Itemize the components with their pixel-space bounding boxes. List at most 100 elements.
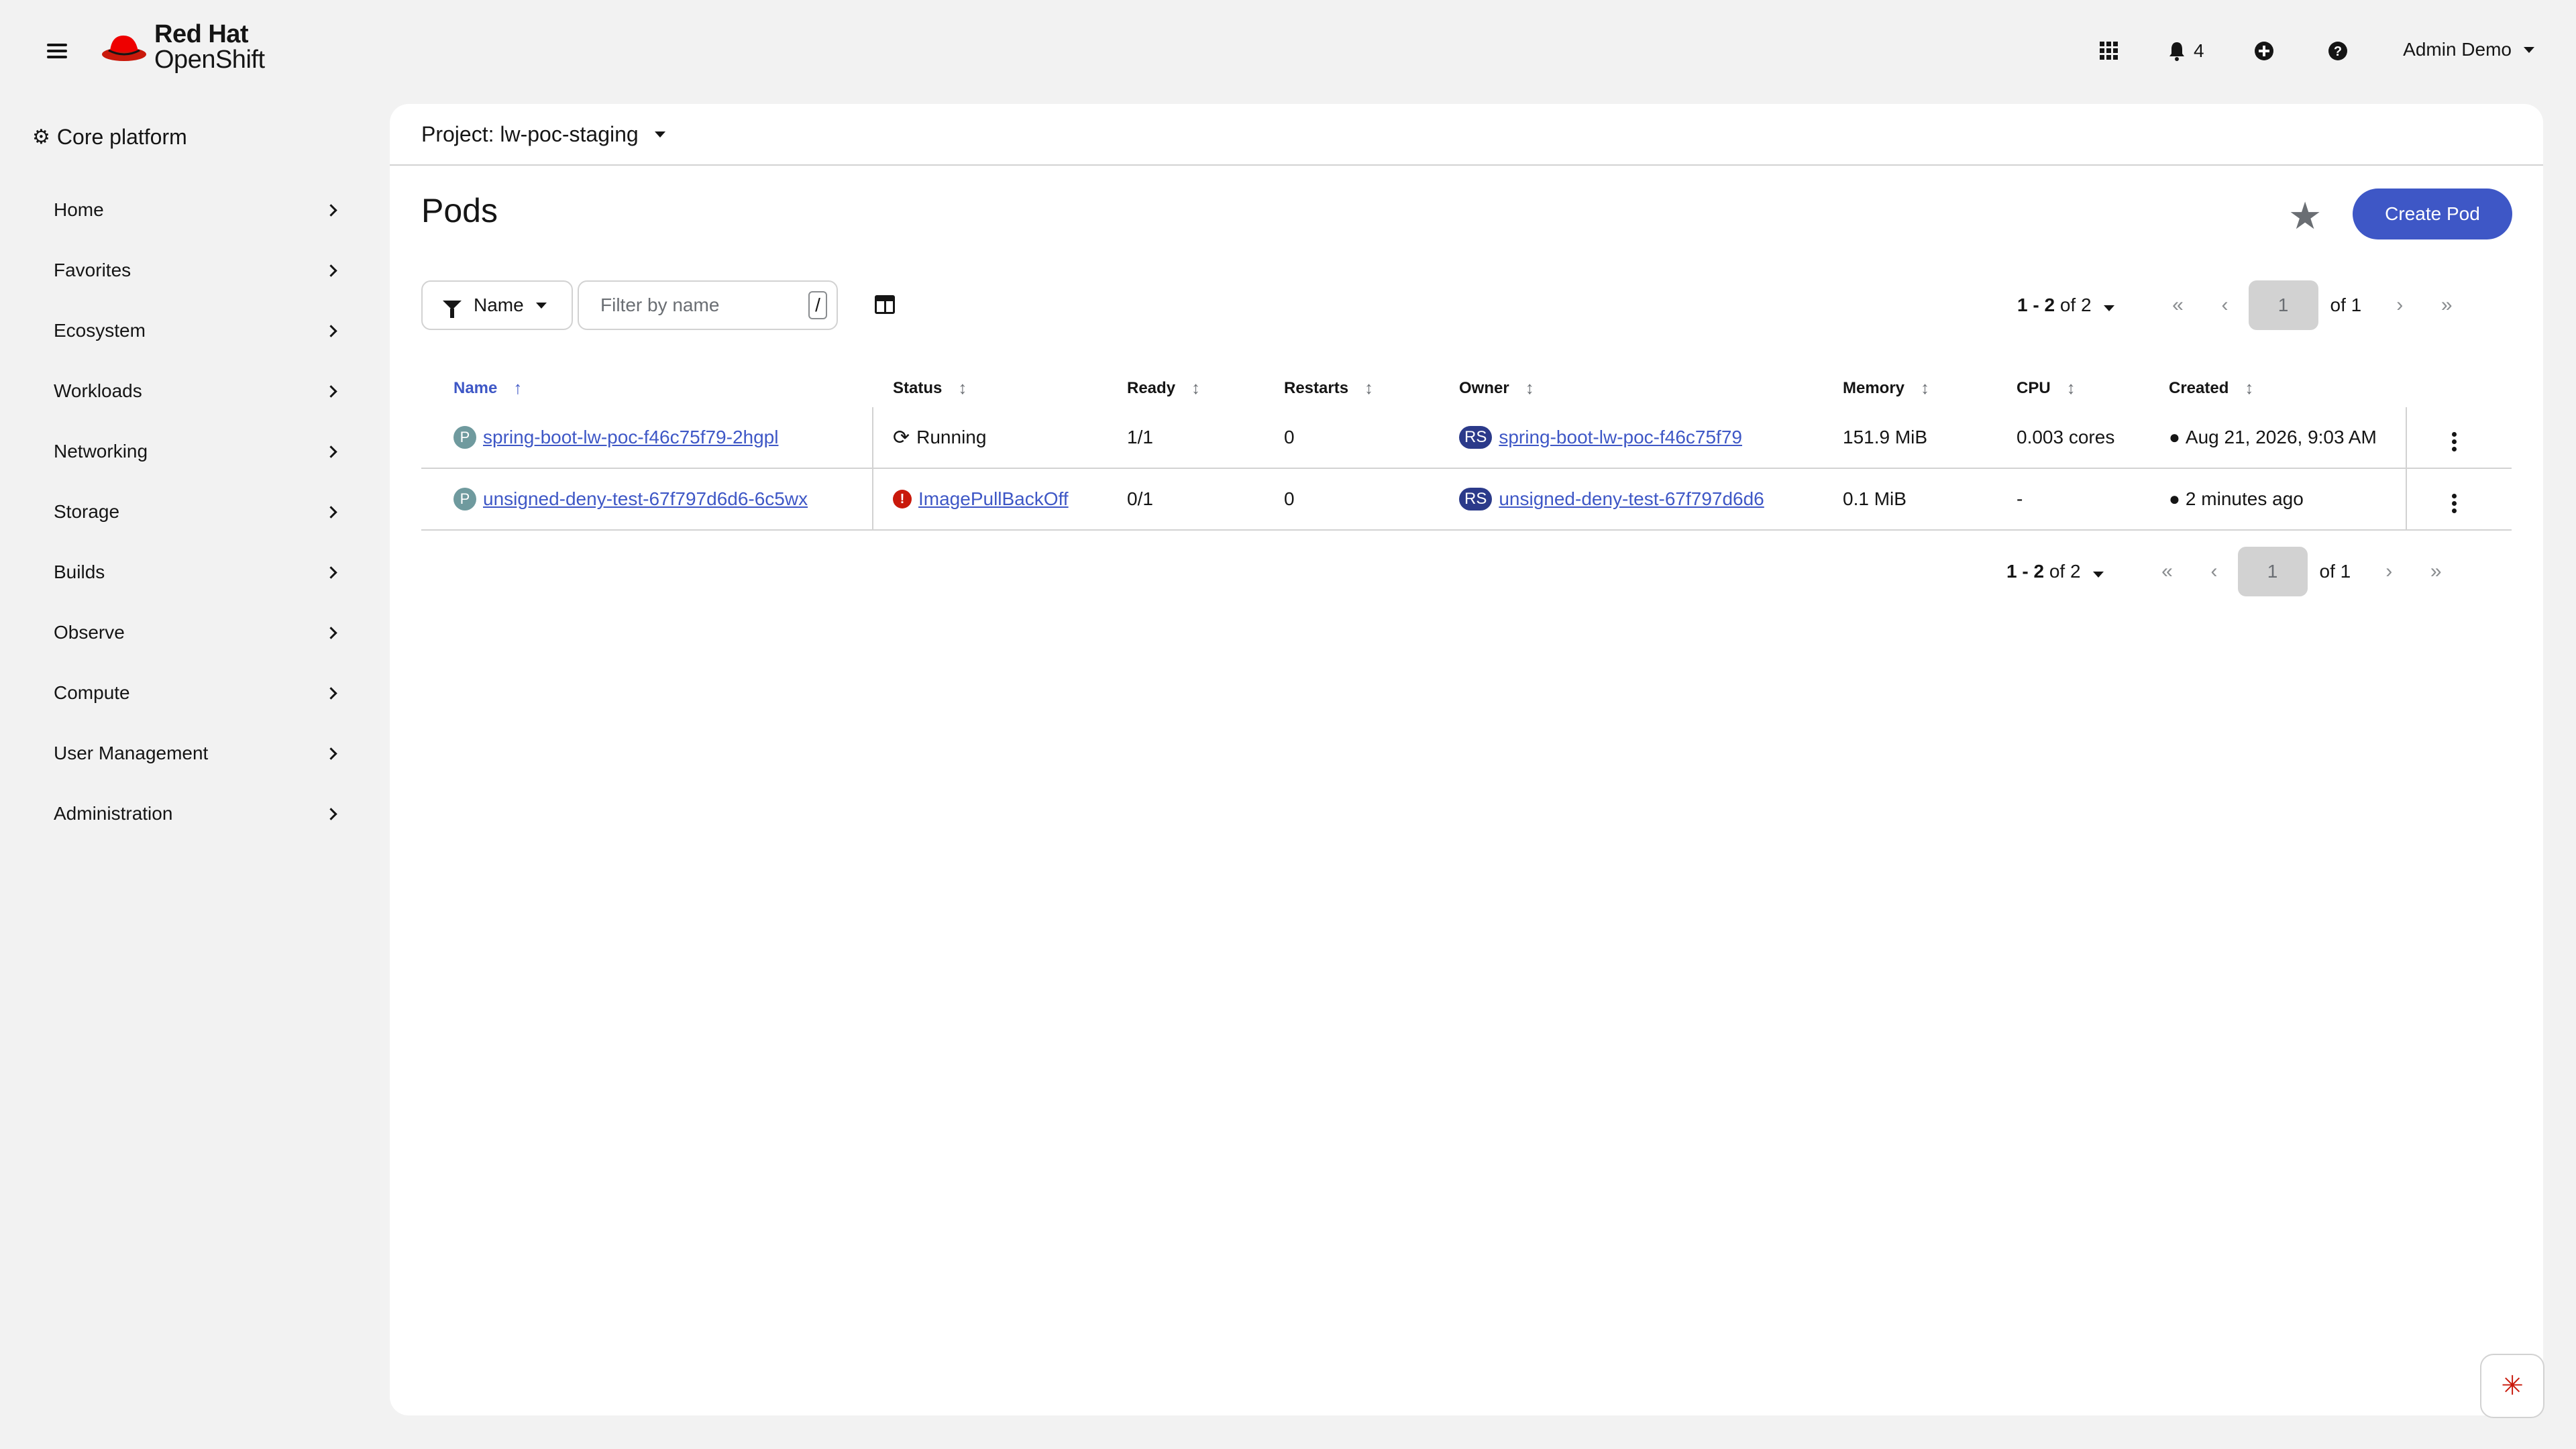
sidebar-item-label: Administration [54, 803, 173, 824]
created-cell: ● Aug 21, 2026, 9:03 AM [2169, 407, 2377, 468]
memory-cell: 0.1 MiB [1843, 488, 1907, 509]
column-label: Restarts [1284, 378, 1349, 397]
sidebar-item-label: Observe [54, 622, 125, 643]
sidebar-item-favorites[interactable]: Favorites [0, 240, 376, 301]
replicaset-badge: RS [1459, 488, 1493, 511]
column-header-restarts[interactable]: Restarts ↕ [1284, 378, 1373, 398]
sidebar-item-workloads[interactable]: Workloads [0, 361, 376, 421]
pagination-total: of 2 [2059, 294, 2092, 315]
sort-icon: ↕ [1364, 378, 1374, 398]
chevron-right-icon [325, 686, 337, 700]
manage-columns-icon[interactable] [875, 295, 895, 314]
next-page-button[interactable]: › [2376, 294, 2423, 317]
owner-link[interactable]: unsigned-deny-test-67f797d6d6 [1499, 488, 1764, 510]
svg-text:?: ? [2334, 44, 2342, 59]
pagination-bottom: 1 - 2 of 2 « ‹ 1 of 1 › » [2006, 547, 2459, 596]
globe-icon: ● [2169, 427, 2180, 447]
sort-icon: ↕ [1191, 378, 1201, 398]
pagination-top: 1 - 2 of 2 « ‹ 1 of 1 › » [2017, 280, 2470, 330]
sidebar-item-label: Networking [54, 441, 148, 462]
sidebar-item-label: Storage [54, 501, 120, 522]
sidebar-item-ecosystem[interactable]: Ecosystem [0, 301, 376, 361]
sidebar-item-storage[interactable]: Storage [0, 482, 376, 542]
page-number-input[interactable]: 1 [2248, 280, 2318, 330]
chevron-down-icon [2524, 46, 2534, 53]
app-launcher-icon[interactable] [2100, 39, 2118, 63]
create-pod-button[interactable]: Create Pod [2353, 189, 2512, 239]
column-label: Owner [1459, 378, 1509, 397]
chevron-right-icon [325, 505, 337, 519]
sidebar-item-observe[interactable]: Observe [0, 602, 376, 663]
perspective-switcher[interactable]: ⚙ Core platform [32, 125, 187, 150]
perspective-label: Core platform [56, 125, 187, 149]
column-header-cpu[interactable]: CPU ↕ [2017, 378, 2076, 398]
cpu-cell: - [2017, 488, 2023, 509]
sidebar-item-label: Ecosystem [54, 320, 146, 341]
last-page-button[interactable]: » [2423, 294, 2470, 317]
column-header-ready[interactable]: Ready ↕ [1127, 378, 1200, 398]
chevron-right-icon [325, 384, 337, 398]
kebab-menu-icon[interactable] [2440, 473, 2467, 533]
project-selector[interactable]: Project: lw-poc-staging [390, 104, 2543, 166]
owner-cell: RS unsigned-deny-test-67f797d6d6 [1459, 469, 1764, 529]
table-row: P unsigned-deny-test-67f797d6d6-6c5wx ! … [421, 469, 2512, 531]
prev-page-button[interactable]: ‹ [2202, 294, 2249, 317]
nav-toggle-button[interactable] [47, 40, 67, 60]
page-title: Pods [421, 192, 498, 229]
first-page-button[interactable]: « [2155, 294, 2202, 317]
restarts-cell: 0 [1284, 488, 1295, 509]
sidebar-item-administration[interactable]: Administration [0, 784, 376, 844]
last-page-button[interactable]: » [2412, 560, 2459, 583]
pagination-toggle[interactable]: 1 - 2 of 2 [2006, 561, 2104, 582]
project-label: Project: lw-poc-staging [421, 121, 639, 146]
assistant-launcher-icon[interactable]: ✳ [2480, 1354, 2544, 1418]
page-number-input[interactable]: 1 [2237, 547, 2308, 596]
notifications-count: 4 [2194, 40, 2204, 61]
filter-type-dropdown[interactable]: Name [421, 280, 573, 330]
help-button[interactable]: ? [2328, 39, 2348, 63]
next-page-button[interactable]: › [2365, 560, 2412, 583]
column-label: Name [453, 378, 498, 397]
prev-page-button[interactable]: ‹ [2191, 560, 2238, 583]
pod-name-link[interactable]: spring-boot-lw-poc-f46c75f79-2hgpl [483, 427, 778, 448]
sort-ascending-icon: ↑ [513, 378, 523, 398]
user-menu[interactable]: Admin Demo [2403, 39, 2534, 60]
chevron-down-icon [654, 131, 665, 138]
pagination-range: 1 - 2 [2017, 294, 2055, 315]
chevron-down-icon [2092, 572, 2104, 578]
column-header-owner[interactable]: Owner ↕ [1459, 378, 1534, 398]
column-header-status[interactable]: Status ↕ [893, 378, 967, 398]
sidebar-item-user-management[interactable]: User Management [0, 723, 376, 784]
pagination-toggle[interactable]: 1 - 2 of 2 [2017, 294, 2114, 316]
owner-link[interactable]: spring-boot-lw-poc-f46c75f79 [1499, 427, 1742, 448]
logo[interactable]: Red Hat OpenShift [101, 21, 265, 72]
redhat-hat-icon [102, 36, 146, 61]
user-name: Admin Demo [2403, 39, 2512, 60]
favorite-star-icon[interactable]: ★ [2288, 194, 2322, 238]
first-page-button[interactable]: « [2144, 560, 2191, 583]
column-header-name[interactable]: Name ↑ [453, 378, 522, 398]
created-text: Aug 21, 2026, 9:03 AM [2185, 427, 2377, 447]
column-header-memory[interactable]: Memory ↕ [1843, 378, 1929, 398]
column-label: CPU [2017, 378, 2051, 397]
notifications-button[interactable]: 4 [2168, 39, 2204, 63]
sidebar-item-compute[interactable]: Compute [0, 663, 376, 723]
column-header-created[interactable]: Created ↕ [2169, 378, 2253, 398]
sidebar-item-networking[interactable]: Networking [0, 421, 376, 482]
status-cell: ! ImagePullBackOff [893, 469, 1069, 529]
chevron-right-icon [325, 203, 337, 217]
filter-type-label: Name [474, 294, 524, 315]
pod-name-link[interactable]: unsigned-deny-test-67f797d6d6-6c5wx [483, 488, 808, 510]
sidebar-item-label: Workloads [54, 380, 142, 401]
status-link[interactable]: ImagePullBackOff [918, 488, 1069, 510]
sidebar-item-label: User Management [54, 743, 209, 763]
quick-create-button[interactable] [2254, 39, 2274, 63]
plus-circle-icon [2255, 42, 2273, 60]
filter-by-name-input[interactable] [599, 294, 790, 317]
brand-line-1: Red Hat [154, 20, 249, 48]
filter-icon [443, 301, 462, 318]
kebab-menu-icon[interactable] [2440, 411, 2467, 472]
sidebar-item-builds[interactable]: Builds [0, 542, 376, 602]
sidebar-item-home[interactable]: Home [0, 180, 376, 240]
sidebar-item-label: Home [54, 199, 104, 220]
